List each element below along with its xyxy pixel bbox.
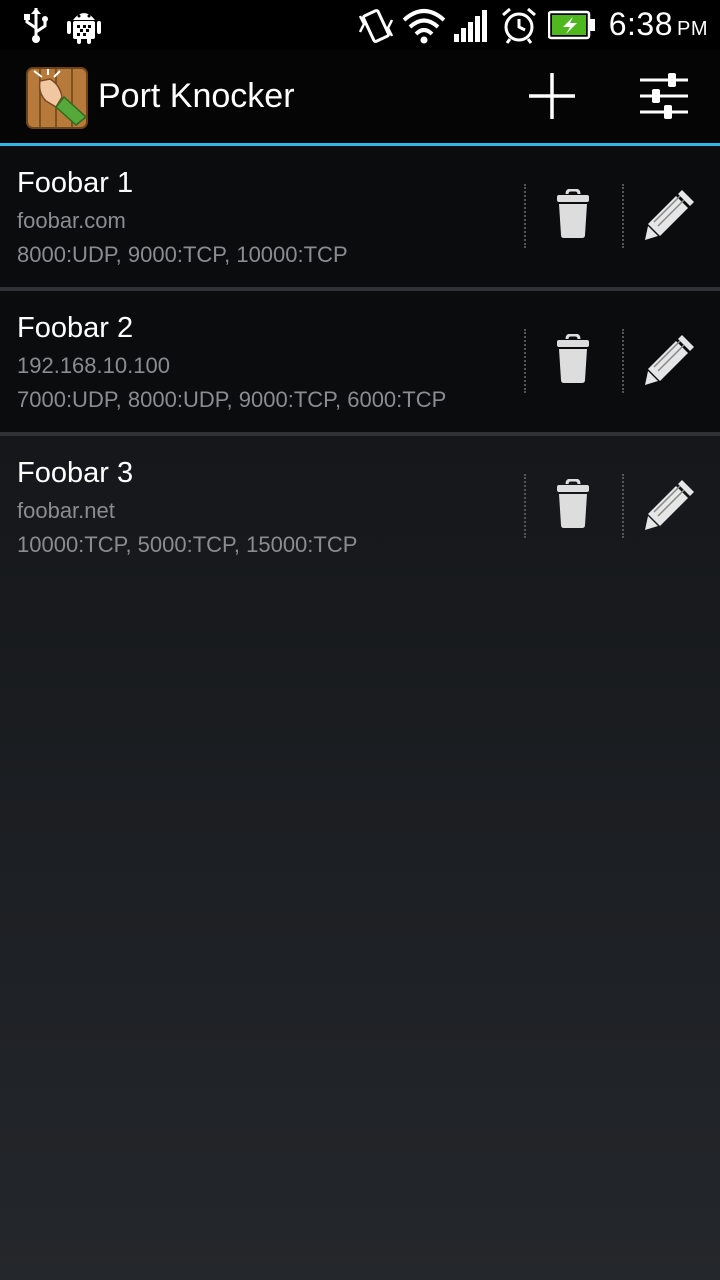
host-list-item[interactable]: Foobar 3 foobar.net 10000:TCP, 5000:TCP,… bbox=[0, 436, 720, 577]
trash-icon bbox=[555, 188, 591, 244]
divider bbox=[524, 474, 526, 538]
settings-button[interactable] bbox=[628, 62, 700, 134]
host-list-item[interactable]: Foobar 1 foobar.com 8000:UDP, 9000:TCP, … bbox=[0, 146, 720, 291]
add-host-button[interactable] bbox=[516, 62, 588, 134]
divider bbox=[622, 329, 624, 393]
edit-button[interactable] bbox=[636, 474, 706, 538]
host-address: 192.168.10.100 bbox=[17, 353, 170, 378]
alarm-icon bbox=[500, 6, 538, 49]
delete-button[interactable] bbox=[538, 184, 608, 248]
status-time-ampm: PM bbox=[677, 18, 708, 40]
pencil-icon bbox=[644, 331, 698, 392]
pencil-icon bbox=[644, 186, 698, 247]
host-list: Foobar 1 foobar.com 8000:UDP, 9000:TCP, … bbox=[0, 146, 720, 577]
host-name: Foobar 1 bbox=[17, 167, 134, 199]
edit-button[interactable] bbox=[636, 184, 706, 248]
host-address: foobar.net bbox=[17, 498, 115, 523]
edit-button[interactable] bbox=[636, 329, 706, 393]
usb-icon bbox=[20, 6, 52, 49]
settings-sliders-icon bbox=[638, 70, 690, 127]
app-logo-icon bbox=[26, 67, 88, 129]
host-address: foobar.com bbox=[17, 208, 126, 233]
vibrate-icon bbox=[356, 6, 396, 51]
host-ports: 8000:UDP, 9000:TCP, 10000:TCP bbox=[17, 242, 348, 267]
status-time-value: 6:38 bbox=[608, 6, 673, 42]
android-debug-icon bbox=[66, 6, 102, 49]
host-ports: 7000:UDP, 8000:UDP, 9000:TCP, 6000:TCP bbox=[17, 387, 447, 412]
add-icon bbox=[527, 71, 577, 126]
trash-icon bbox=[555, 478, 591, 534]
status-bar: 6:38 PM bbox=[0, 0, 720, 50]
divider bbox=[622, 184, 624, 248]
delete-button[interactable] bbox=[538, 329, 608, 393]
divider bbox=[524, 329, 526, 393]
status-time: 6:38 PM bbox=[609, 6, 708, 43]
battery-charging-icon bbox=[547, 10, 596, 45]
host-name: Foobar 2 bbox=[17, 312, 134, 344]
host-list-item[interactable]: Foobar 2 192.168.10.100 7000:UDP, 8000:U… bbox=[0, 291, 720, 436]
signal-icon bbox=[452, 6, 490, 49]
host-ports: 10000:TCP, 5000:TCP, 15000:TCP bbox=[17, 532, 358, 557]
divider bbox=[622, 474, 624, 538]
host-name: Foobar 3 bbox=[17, 457, 134, 489]
action-bar: Port Knocker bbox=[0, 50, 720, 146]
delete-button[interactable] bbox=[538, 474, 608, 538]
wifi-icon bbox=[402, 6, 446, 49]
trash-icon bbox=[555, 333, 591, 389]
divider bbox=[524, 184, 526, 248]
pencil-icon bbox=[644, 476, 698, 537]
app-title: Port Knocker bbox=[98, 77, 295, 115]
